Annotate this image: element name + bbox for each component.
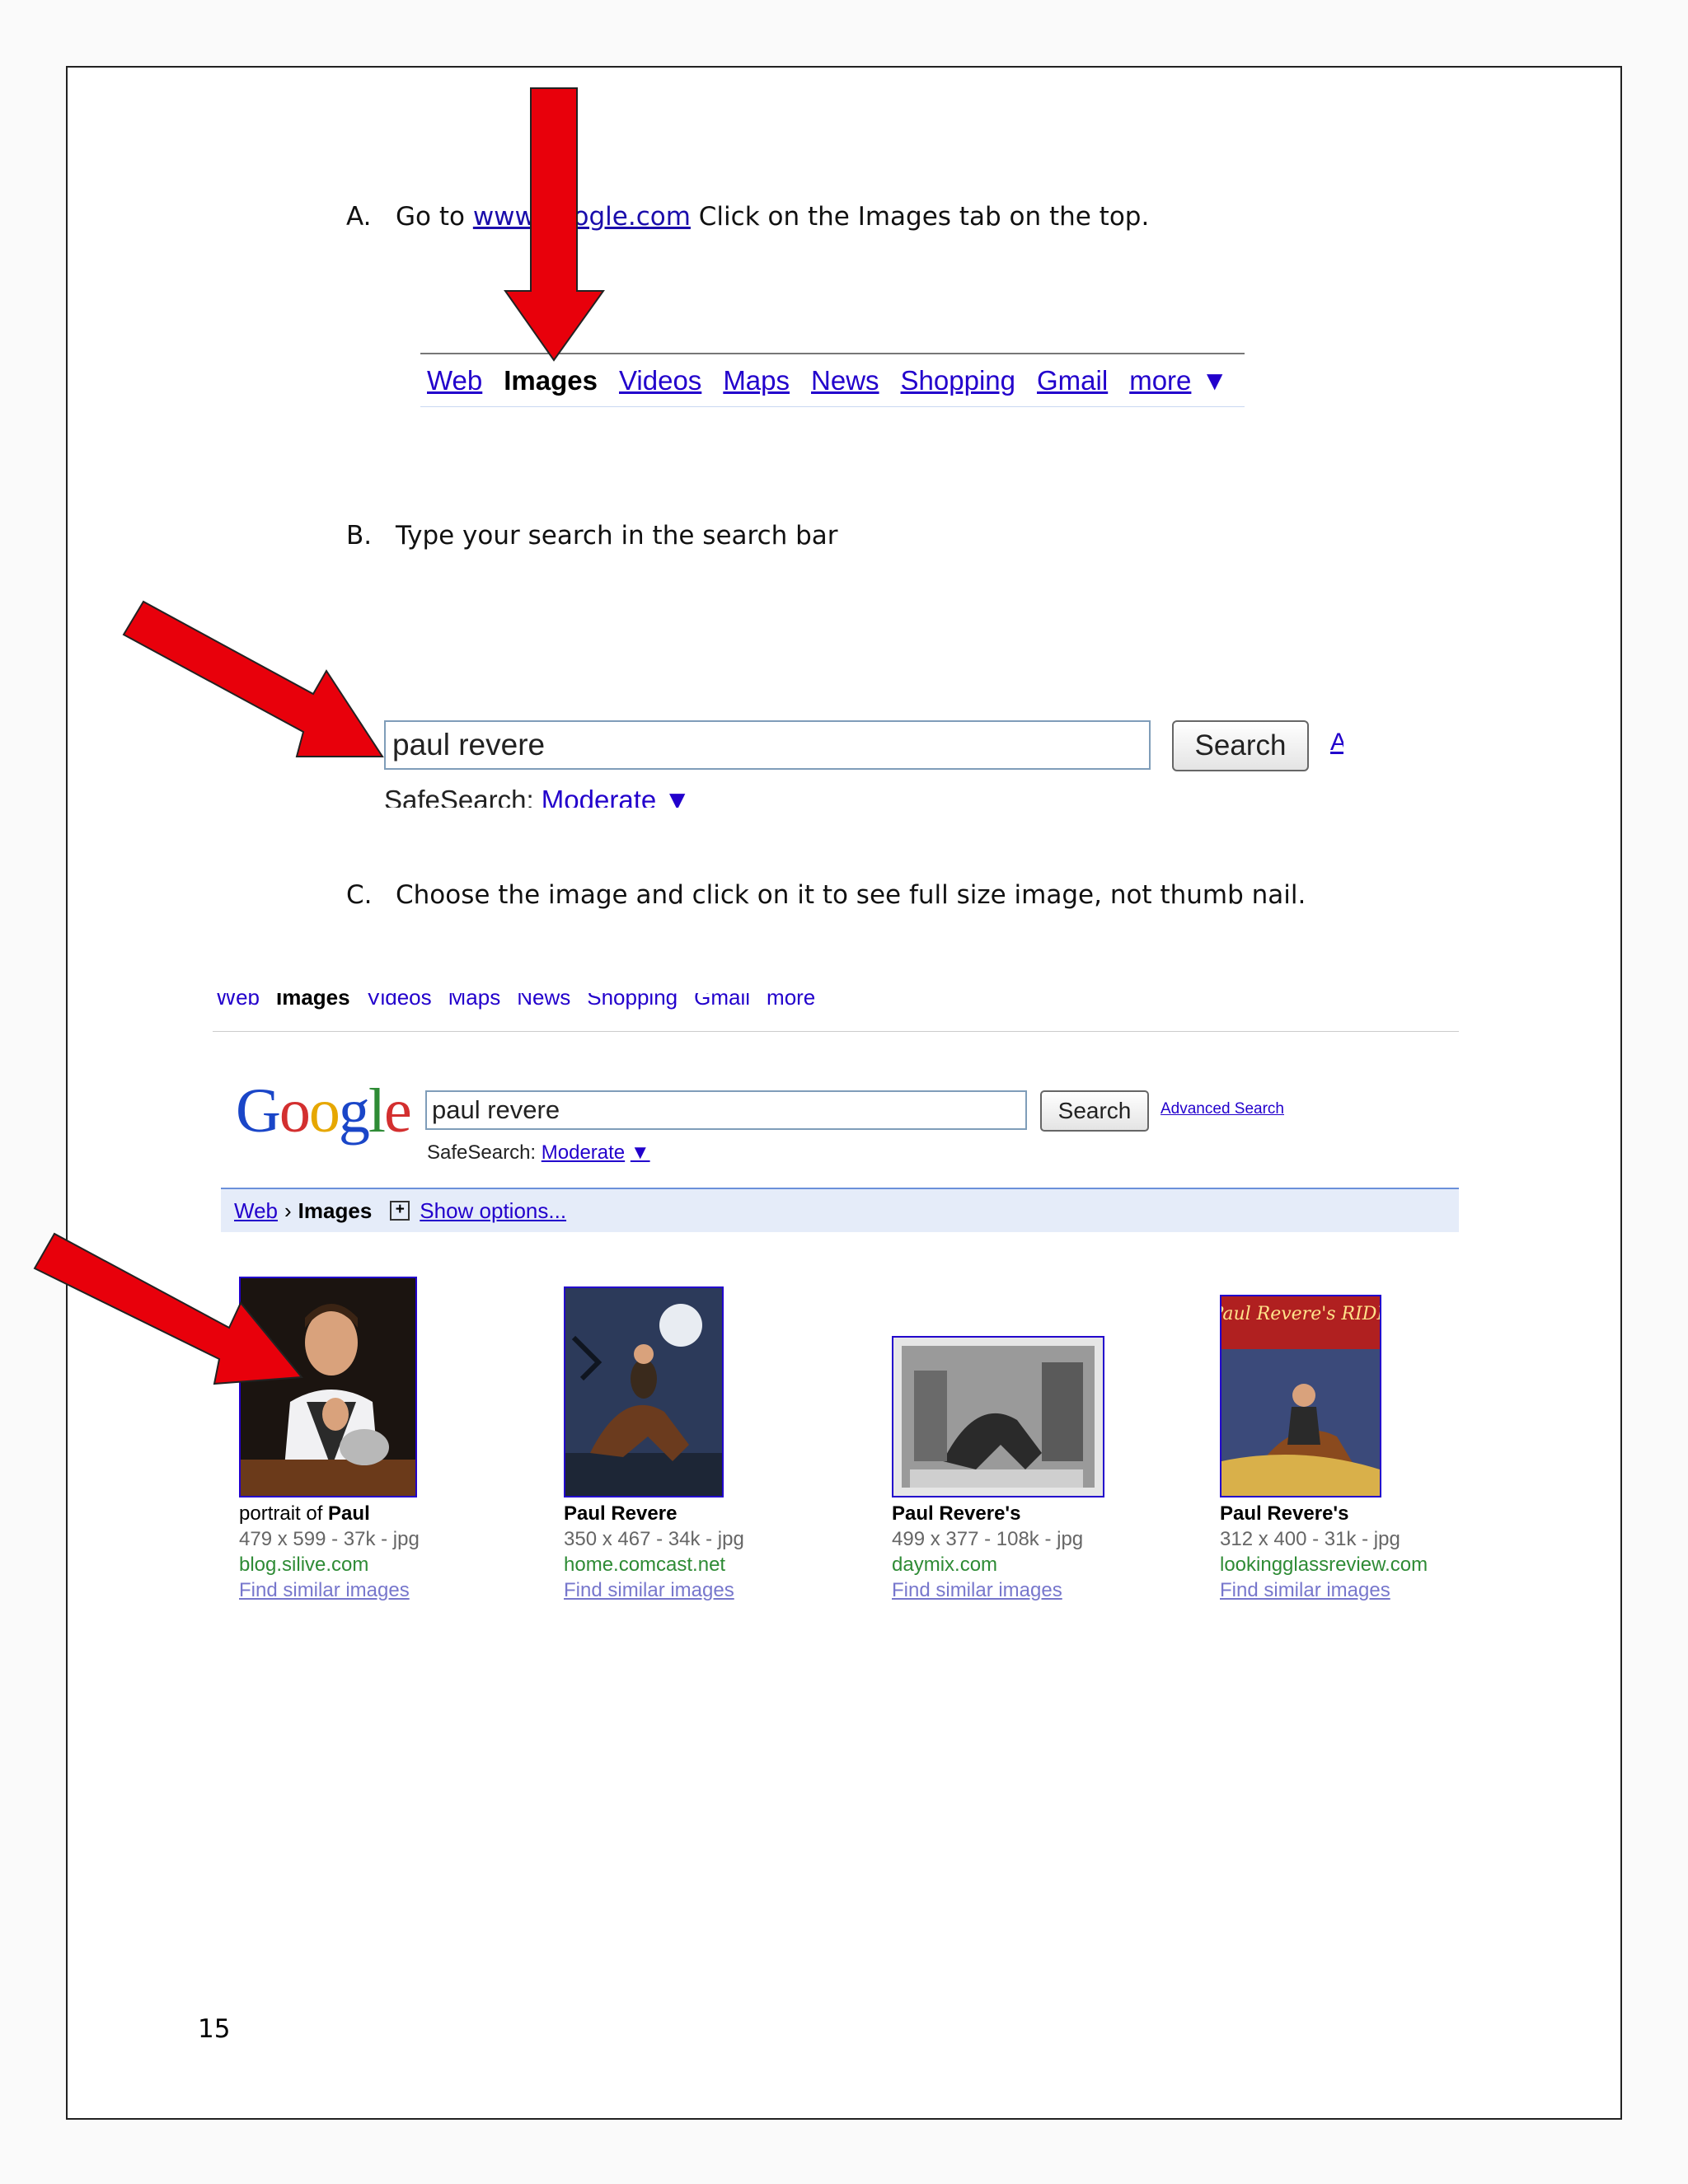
result-site: lookingglassreview.com xyxy=(1220,1554,1428,1576)
result-caption: Paul Revere's 312 x 400 - 31k - jpg look… xyxy=(1220,1501,1428,1603)
search-button[interactable]: Search xyxy=(1172,720,1309,771)
red-down-arrow-icon xyxy=(504,87,605,362)
red-diagonal-arrow-icon xyxy=(122,600,384,757)
search-button[interactable]: Search xyxy=(1040,1090,1149,1132)
thumbnail-comic-cover[interactable]: Paul Revere's RIDE xyxy=(1220,1295,1381,1497)
page-number: 15 xyxy=(198,2014,231,2044)
safesearch-row: SafeSearch: Moderate ▼ xyxy=(384,785,691,808)
breadcrumb-separator: › xyxy=(284,1197,292,1223)
result-meta: 479 x 599 - 37k - jpg xyxy=(239,1528,420,1550)
nav-shopping[interactable]: Shopping xyxy=(587,993,678,1010)
nav-news[interactable]: News xyxy=(811,365,879,396)
search-bar-screenshot: paul revere Search A SafeSearch: Moderat… xyxy=(338,709,1343,808)
step-a: A. Go to www.google.com Click on the Imag… xyxy=(346,202,1149,232)
breadcrumb-web[interactable]: Web xyxy=(234,1198,278,1224)
red-diagonal-arrow-icon xyxy=(33,1232,303,1385)
result-caption: Paul Revere's 499 x 377 - 108k - jpg day… xyxy=(892,1501,1083,1603)
nav-videos[interactable]: Videos xyxy=(367,993,432,1010)
plus-icon[interactable]: + xyxy=(390,1201,410,1221)
safesearch-value[interactable]: Moderate xyxy=(542,1141,625,1164)
result-title-bold: Paul Revere's xyxy=(1220,1502,1349,1525)
safesearch-row: SafeSearch: Moderate ▼ xyxy=(427,1141,650,1165)
top-nav-cropped: Web Images Videos Maps News Shopping Gma… xyxy=(216,993,815,1010)
result-title-bold: Paul Revere xyxy=(564,1502,678,1525)
find-similar-link[interactable]: Find similar images xyxy=(239,1577,420,1603)
google-logo[interactable]: Google xyxy=(236,1076,412,1147)
show-options-link[interactable]: Show options... xyxy=(420,1198,566,1224)
find-similar-link[interactable]: Find similar images xyxy=(1220,1577,1428,1603)
advanced-search-link-cropped[interactable]: A xyxy=(1330,729,1343,757)
result-site: home.comcast.net xyxy=(564,1554,726,1576)
result-site: daymix.com xyxy=(892,1554,998,1576)
result-meta: 312 x 400 - 31k - jpg xyxy=(1220,1528,1400,1550)
nav-maps[interactable]: Maps xyxy=(723,365,790,396)
dropdown-triangle-icon: ▼ xyxy=(1201,364,1229,396)
step-text: Go to xyxy=(396,202,473,232)
result-meta: 350 x 467 - 34k - jpg xyxy=(564,1528,744,1550)
result-site: blog.silive.com xyxy=(239,1554,369,1576)
nav-gmail[interactable]: Gmail xyxy=(1037,365,1108,396)
nav-images[interactable]: Images xyxy=(504,365,598,396)
dropdown-triangle-icon[interactable]: ▼ xyxy=(631,1141,650,1164)
step-letter: B. xyxy=(346,521,373,551)
advanced-search-link[interactable]: Advanced Search xyxy=(1160,1100,1284,1118)
nav-gmail[interactable]: Gmail xyxy=(694,993,750,1010)
result-meta: 499 x 377 - 108k - jpg xyxy=(892,1528,1084,1550)
nav-more[interactable]: more xyxy=(1129,365,1191,396)
nav-images[interactable]: Images xyxy=(276,993,350,1010)
nav-maps[interactable]: Maps xyxy=(448,993,501,1010)
search-input[interactable]: paul revere xyxy=(425,1090,1027,1130)
comic-title: Paul Revere's RIDE xyxy=(1221,1304,1380,1324)
nav-videos[interactable]: Videos xyxy=(619,365,701,396)
safesearch-label: SafeSearch: xyxy=(384,785,534,808)
safesearch-label: SafeSearch: xyxy=(427,1141,537,1164)
thumbnail-rider[interactable] xyxy=(564,1286,724,1497)
dropdown-triangle-icon[interactable]: ▼ xyxy=(663,785,691,808)
results-breadcrumb-bar: Web › Images + Show options... xyxy=(221,1188,1459,1232)
nav-shopping[interactable]: Shopping xyxy=(901,365,1015,396)
result-caption: portrait of Paul 479 x 599 - 37k - jpg b… xyxy=(239,1501,420,1603)
result-title: portrait of xyxy=(239,1502,329,1525)
result-title-bold: Paul Revere's xyxy=(892,1502,1021,1525)
safesearch-value[interactable]: Moderate xyxy=(542,785,656,808)
breadcrumb-images: Images xyxy=(298,1197,373,1223)
result-title-bold: Paul xyxy=(328,1502,370,1525)
step-letter: A. xyxy=(346,202,372,232)
thumbnail-engraving[interactable] xyxy=(892,1336,1104,1497)
step-text: Choose the image and click on it to see … xyxy=(396,880,1306,910)
image-results-screenshot: Web Images Videos Maps News Shopping Gma… xyxy=(213,993,1459,1607)
step-b: B. Type your search in the search bar xyxy=(346,521,838,551)
result-caption: Paul Revere 350 x 467 - 34k - jpg home.c… xyxy=(564,1501,744,1603)
step-text: Type your search in the search bar xyxy=(396,521,838,551)
nav-more[interactable]: more xyxy=(767,993,815,1010)
nav-web[interactable]: Web xyxy=(427,365,482,396)
search-input[interactable]: paul revere xyxy=(384,720,1151,770)
step-text: Click on the Images tab on the top. xyxy=(690,202,1150,232)
divider xyxy=(213,1031,1459,1032)
step-c: C. Choose the image and click on it to se… xyxy=(346,880,1306,910)
nav-web[interactable]: Web xyxy=(216,993,260,1010)
find-similar-link[interactable]: Find similar images xyxy=(892,1577,1083,1603)
step-letter: C. xyxy=(346,880,373,910)
nav-news[interactable]: News xyxy=(517,993,570,1010)
find-similar-link[interactable]: Find similar images xyxy=(564,1577,744,1603)
